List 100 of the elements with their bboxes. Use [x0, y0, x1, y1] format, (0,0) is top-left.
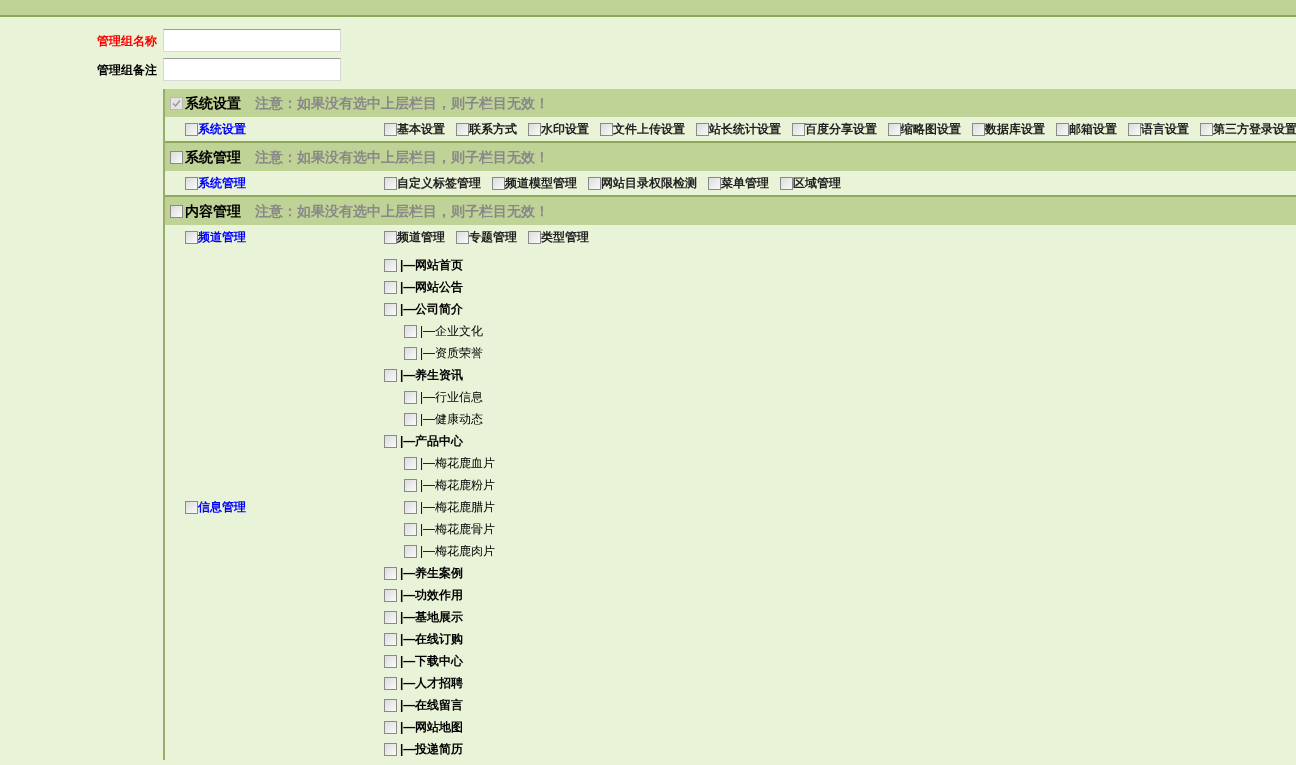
checkbox[interactable] — [404, 324, 417, 338]
checkbox[interactable] — [588, 176, 601, 190]
checkbox[interactable] — [1128, 122, 1141, 136]
tree-item-label: |—产品中心 — [400, 433, 464, 450]
tree-item-label: |—行业信息 — [420, 389, 484, 406]
tree-item-label: |—投递简历 — [400, 741, 464, 758]
checkbox[interactable] — [1056, 122, 1069, 136]
permission-label: 频道模型管理 — [505, 175, 577, 192]
checkbox[interactable] — [1200, 122, 1213, 136]
checkbox[interactable] — [170, 150, 183, 164]
checkbox[interactable] — [404, 500, 417, 514]
checkbox[interactable] — [456, 122, 469, 136]
checkbox[interactable] — [404, 522, 417, 536]
tree-item-label: |—下载中心 — [400, 653, 464, 670]
permission-label: 频道管理 — [397, 229, 445, 246]
permission-label: 邮箱设置 — [1069, 121, 1117, 138]
tree-item-label: |—梅花鹿血片 — [420, 455, 496, 472]
checkbox[interactable] — [384, 742, 397, 756]
permission-label: 自定义标签管理 — [397, 175, 481, 192]
group-title: 内容管理 — [185, 201, 241, 221]
module-link[interactable]: 系统管理 — [198, 174, 246, 192]
permission-label: 数据库设置 — [985, 121, 1045, 138]
permission-label: 站长统计设置 — [709, 121, 781, 138]
checkbox[interactable] — [708, 176, 721, 190]
checkbox[interactable] — [404, 478, 417, 492]
checkbox[interactable] — [185, 500, 198, 514]
checkbox[interactable] — [185, 176, 198, 190]
checkbox[interactable] — [170, 204, 183, 218]
tree-item-label: |—健康动态 — [420, 411, 484, 428]
permission-label: 联系方式 — [469, 121, 517, 138]
permission-label: 类型管理 — [541, 229, 589, 246]
checkbox[interactable] — [780, 176, 793, 190]
field-label: 管理组名称 — [96, 32, 158, 50]
tree-item-label: |—网站公告 — [400, 279, 464, 296]
checkbox[interactable] — [384, 654, 397, 668]
tree-item-label: |—公司简介 — [400, 301, 464, 318]
checkbox[interactable] — [384, 302, 397, 316]
permission-label: 百度分享设置 — [805, 121, 877, 138]
tree-item-label: |—基地展示 — [400, 609, 464, 626]
tree-item-label: |—人才招聘 — [400, 675, 464, 692]
checkbox[interactable] — [185, 230, 198, 244]
checkbox[interactable] — [170, 96, 183, 110]
checkbox[interactable] — [404, 346, 417, 360]
checkbox[interactable] — [384, 566, 397, 580]
checkbox[interactable] — [528, 122, 541, 136]
checkbox[interactable] — [456, 230, 469, 244]
checkbox[interactable] — [888, 122, 901, 136]
check-icon — [172, 98, 181, 108]
permission-label: 水印设置 — [541, 121, 589, 138]
checkbox[interactable] — [384, 176, 397, 190]
checkbox[interactable] — [384, 610, 397, 624]
checkbox[interactable] — [384, 122, 397, 136]
tree-item-label: |—梅花鹿粉片 — [420, 477, 496, 494]
checkbox[interactable] — [972, 122, 985, 136]
checkbox[interactable] — [600, 122, 613, 136]
tree-item-label: |—企业文化 — [420, 323, 484, 340]
notice-text: 注意：如果没有选中上层栏目，则子栏目无效！ — [255, 201, 549, 221]
text-field[interactable] — [163, 29, 341, 52]
checkbox[interactable] — [384, 676, 397, 690]
group-title: 系统设置 — [185, 93, 241, 113]
permission-label: 专题管理 — [469, 229, 517, 246]
notice-text: 注意：如果没有选中上层栏目，则子栏目无效！ — [255, 147, 549, 167]
tree-item-label: |—网站地图 — [400, 719, 464, 736]
module-link[interactable]: 频道管理 — [198, 228, 246, 246]
tree-item-label: |—养生案例 — [400, 565, 464, 582]
text-field[interactable] — [163, 58, 341, 81]
tree-item-label: |—养生资讯 — [400, 367, 464, 384]
checkbox[interactable] — [492, 176, 505, 190]
checkbox[interactable] — [404, 390, 417, 404]
permission-label: 菜单管理 — [721, 175, 769, 192]
checkbox[interactable] — [404, 412, 417, 426]
field-label: 管理组备注 — [96, 61, 158, 79]
tree-item-label: |—在线留言 — [400, 697, 464, 714]
checkbox[interactable] — [384, 588, 397, 602]
module-link[interactable]: 系统设置 — [198, 120, 246, 138]
checkbox[interactable] — [384, 280, 397, 294]
checkbox[interactable] — [384, 230, 397, 244]
tree-item-label: |—网站首页 — [400, 257, 464, 274]
checkbox[interactable] — [792, 122, 805, 136]
tree-item-label: |—梅花鹿骨片 — [420, 521, 496, 538]
module-link[interactable]: 信息管理 — [198, 498, 246, 516]
checkbox[interactable] — [384, 434, 397, 448]
checkbox[interactable] — [404, 456, 417, 470]
checkbox[interactable] — [384, 258, 397, 272]
permission-label: 第三方登录设置 — [1213, 121, 1296, 138]
permission-label: 文件上传设置 — [613, 121, 685, 138]
checkbox[interactable] — [528, 230, 541, 244]
permission-label: 基本设置 — [397, 121, 445, 138]
checkbox[interactable] — [384, 720, 397, 734]
checkbox[interactable] — [185, 122, 198, 136]
tree-item-label: |—梅花鹿肉片 — [420, 543, 496, 560]
permission-label: 缩略图设置 — [901, 121, 961, 138]
permission-label: 网站目录权限检测 — [601, 175, 697, 192]
checkbox[interactable] — [384, 632, 397, 646]
tree-item-label: |—资质荣誉 — [420, 345, 484, 362]
checkbox[interactable] — [404, 544, 417, 558]
notice-text: 注意：如果没有选中上层栏目，则子栏目无效！ — [255, 93, 549, 113]
checkbox[interactable] — [384, 698, 397, 712]
checkbox[interactable] — [384, 368, 397, 382]
checkbox[interactable] — [696, 122, 709, 136]
